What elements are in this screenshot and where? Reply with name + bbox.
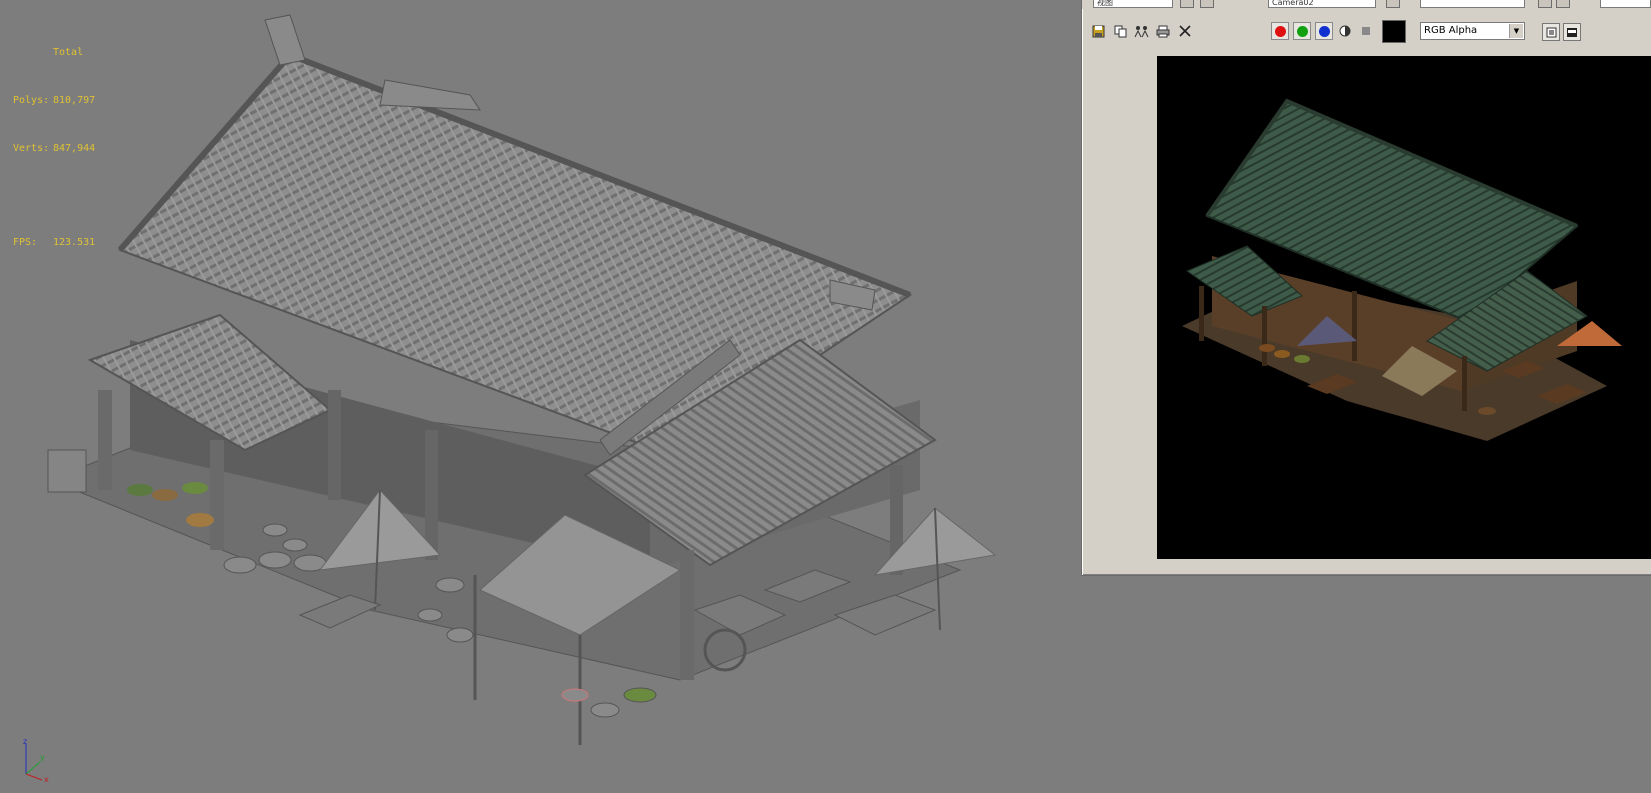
axis-z-label: z: [23, 738, 27, 746]
axis-x-label: x: [44, 775, 49, 783]
display-rgb-icon[interactable]: [1563, 23, 1581, 41]
color-swatch-icon[interactable]: [1382, 20, 1406, 43]
preset-field[interactable]: [1420, 0, 1525, 8]
building-model[interactable]: [40, 10, 1040, 770]
camera-field[interactable]: Camera02: [1268, 0, 1376, 8]
close-icon[interactable]: [1177, 23, 1193, 39]
print-icon[interactable]: [1155, 23, 1171, 39]
channel-select[interactable]: RGB Alpha ▼: [1420, 22, 1525, 40]
lock-icon[interactable]: [1386, 0, 1400, 8]
region-icon[interactable]: [1180, 0, 1194, 8]
render-output-canvas[interactable]: [1157, 56, 1651, 559]
mono-icon[interactable]: [1337, 23, 1353, 39]
red-channel-icon[interactable]: [1271, 22, 1289, 40]
crop-icon[interactable]: [1200, 0, 1214, 8]
channel-select-value: RGB Alpha: [1424, 25, 1478, 36]
axis-tripod-icon: z y x: [23, 738, 49, 783]
green-channel-icon[interactable]: [1293, 22, 1311, 40]
render-mode-field[interactable]: [1600, 0, 1651, 8]
save-icon[interactable]: [1090, 23, 1106, 39]
render-setup-icon[interactable]: [1538, 0, 1552, 8]
chevron-down-icon: ▼: [1509, 24, 1523, 38]
clone-icon[interactable]: [1133, 23, 1149, 39]
clear-icon[interactable]: [1358, 23, 1374, 39]
rendered-building-image: [1182, 98, 1622, 441]
view-area-field[interactable]: 视图: [1093, 0, 1173, 8]
axis-y-label: y: [40, 753, 45, 762]
blue-channel-icon[interactable]: [1315, 22, 1333, 40]
copy-icon[interactable]: [1112, 23, 1128, 39]
render-icon[interactable]: [1556, 0, 1570, 8]
display-alpha-icon[interactable]: [1542, 23, 1560, 41]
